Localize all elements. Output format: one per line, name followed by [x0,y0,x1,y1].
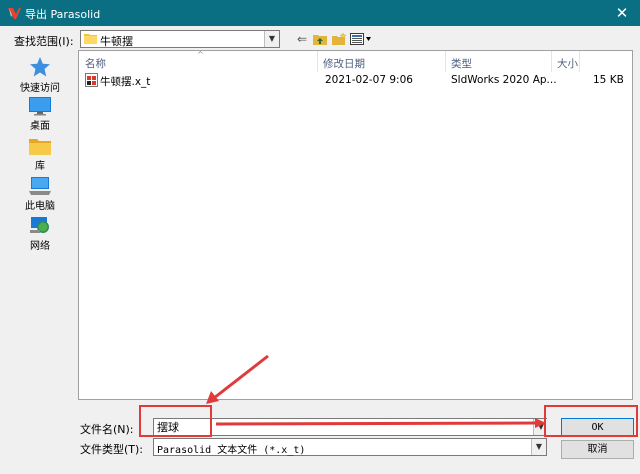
annotation-arrow-up [206,354,269,404]
annotation-arrow-right [215,418,546,428]
annotation-arrows [206,354,546,428]
